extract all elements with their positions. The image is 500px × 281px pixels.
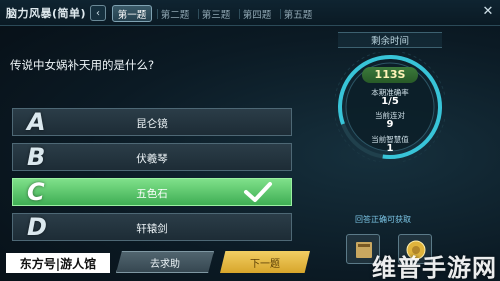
tab-question-2[interactable]: 第二题 bbox=[155, 5, 195, 22]
streak-value: 9 bbox=[386, 119, 394, 130]
tab-question-1[interactable]: 第一题 bbox=[112, 5, 152, 22]
answer-letter: B bbox=[27, 143, 46, 171]
answer-letter: D bbox=[27, 213, 47, 241]
wisdom-value: 1 bbox=[386, 143, 394, 154]
question-text: 传说中女娲补天用的是什么? bbox=[10, 58, 155, 72]
brand-watermark: 东方号|游人馆 bbox=[6, 253, 110, 273]
answer-option-b[interactable]: B 伏羲琴 bbox=[12, 143, 292, 171]
answer-letter: C bbox=[27, 178, 45, 206]
remaining-time-title: 剩余时间 bbox=[338, 32, 442, 48]
site-watermark: 维普手游网 bbox=[372, 254, 497, 281]
answer-letter: A bbox=[27, 108, 46, 136]
checkmark-icon bbox=[244, 182, 272, 202]
chevron-left-icon[interactable]: ‹ bbox=[90, 5, 106, 21]
tab-question-4[interactable]: 第四题 bbox=[237, 5, 277, 22]
reward-label: 回答正确可获取 bbox=[355, 215, 411, 224]
answer-option-a[interactable]: A 昆仑镜 bbox=[12, 108, 292, 136]
close-icon[interactable]: ✕ bbox=[480, 3, 496, 19]
next-question-button[interactable]: 下一题 bbox=[220, 251, 310, 273]
answer-text: 轩辕剑 bbox=[136, 223, 168, 235]
page-title: 脑力风暴(简单) bbox=[6, 7, 87, 20]
answer-text: 五色石 bbox=[136, 188, 168, 200]
answer-text: 昆仑镜 bbox=[136, 118, 168, 130]
accuracy-value: 1/5 bbox=[381, 96, 399, 107]
answer-option-d[interactable]: D 轩辕剑 bbox=[12, 213, 292, 241]
countdown-timer: 113S bbox=[362, 67, 418, 83]
tab-question-5[interactable]: 第五题 bbox=[278, 5, 318, 22]
ask-help-button[interactable]: 去求助 bbox=[116, 251, 214, 273]
answer-text: 伏羲琴 bbox=[136, 153, 168, 165]
answer-option-c[interactable]: C 五色石 bbox=[12, 178, 292, 206]
tab-question-3[interactable]: 第三题 bbox=[196, 5, 236, 22]
